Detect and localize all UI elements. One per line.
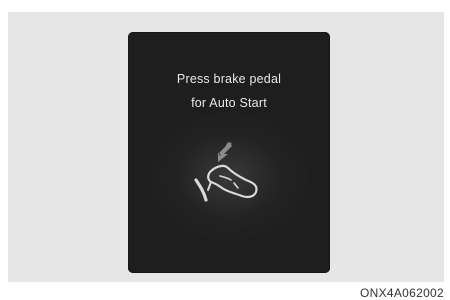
foot-on-brake-pedal-icon xyxy=(194,142,258,202)
message-line-2: for Auto Start xyxy=(191,96,267,110)
figure-code: ONX4A062002 xyxy=(359,286,444,300)
press-arrow-icon xyxy=(218,142,232,162)
cluster-display: Press brake pedal for Auto Start xyxy=(128,32,330,273)
brake-pedal xyxy=(194,178,208,202)
shoe-outline xyxy=(207,164,258,199)
message-line-1: Press brake pedal xyxy=(176,72,282,86)
